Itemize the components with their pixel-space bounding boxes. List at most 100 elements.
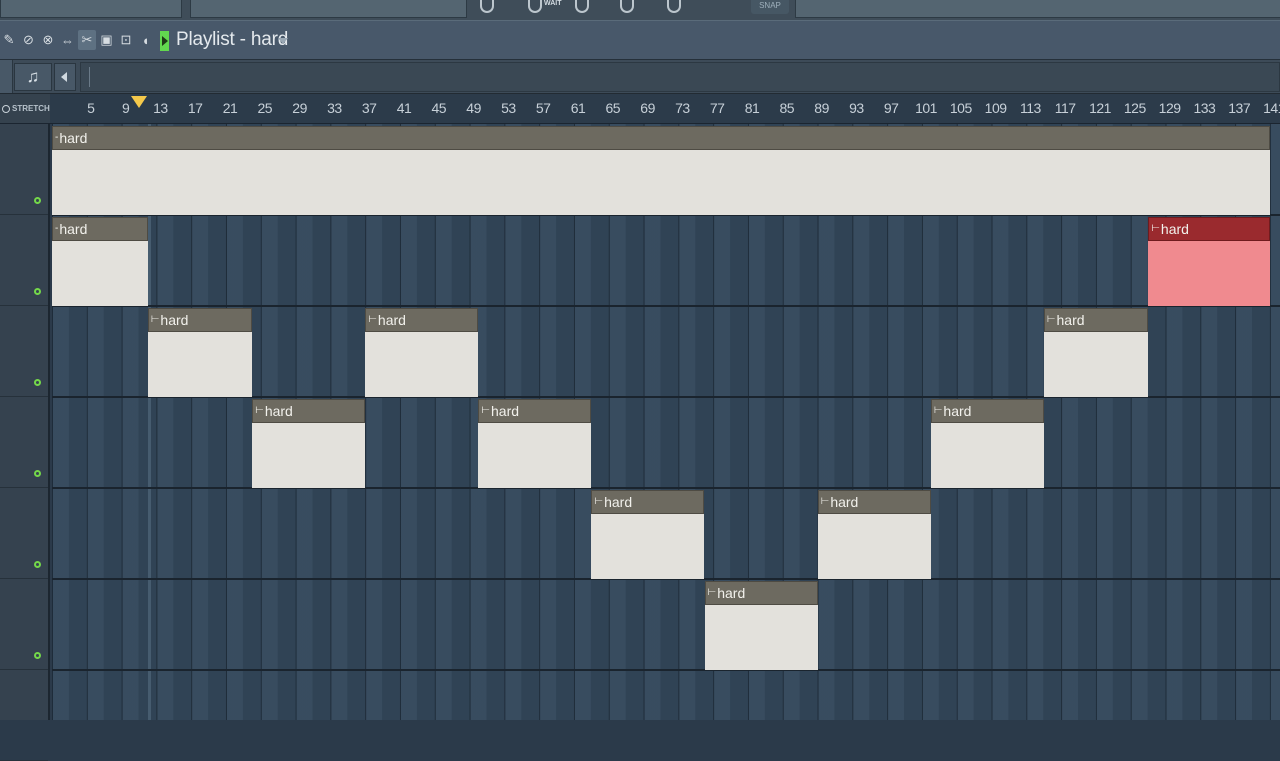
clip-header[interactable]: ⊢hard	[591, 490, 705, 514]
clip-body[interactable]	[1148, 241, 1270, 306]
clip-header[interactable]: ⊢hard	[1043, 308, 1149, 332]
pattern-clip-icon[interactable]: ⊢	[934, 400, 943, 422]
pattern-clip[interactable]: ⊢hard	[1148, 217, 1270, 306]
note-icon[interactable]: ♫	[14, 63, 52, 91]
record-knob-icon[interactable]	[528, 0, 542, 13]
clip-body[interactable]	[591, 514, 705, 579]
clip-body[interactable]	[817, 514, 931, 579]
loop-knob-icon[interactable]	[620, 0, 634, 13]
clip-body[interactable]	[252, 423, 366, 488]
pattern-clip[interactable]: ⊢hard	[930, 399, 1044, 488]
slice-icon[interactable]: ✂	[78, 30, 96, 50]
clip-header[interactable]: -hard	[52, 126, 1270, 150]
clip-body[interactable]	[365, 332, 479, 397]
clip-body[interactable]	[52, 241, 148, 306]
select-icon[interactable]: ▣	[98, 30, 116, 50]
track-active-indicator-icon[interactable]	[34, 379, 41, 386]
pattern-clip[interactable]: ⊢hard	[478, 399, 592, 488]
pattern-clip[interactable]: ⊢hard	[365, 308, 479, 397]
pattern-clip[interactable]: ⊢hard	[704, 581, 818, 670]
clip-body[interactable]	[147, 332, 253, 397]
clip-header[interactable]: ⊢hard	[817, 490, 931, 514]
snap-button[interactable]: SNAP	[751, 0, 789, 14]
track-active-indicator-icon[interactable]	[34, 470, 41, 477]
track-active-indicator-icon[interactable]	[34, 197, 41, 204]
track-header-5[interactable]	[0, 488, 48, 579]
slip-icon[interactable]: ⇔	[59, 30, 77, 50]
pattern-clip-icon[interactable]: ⊢	[368, 309, 377, 331]
pattern-clip-icon[interactable]: ⊢	[1047, 309, 1056, 331]
ruler-label-129: 129	[1158, 100, 1181, 116]
ruler-label-17: 17	[187, 100, 203, 116]
pencil-icon[interactable]: ✎	[0, 30, 18, 50]
clip-body[interactable]	[930, 423, 1044, 488]
track-header-1[interactable]	[0, 124, 48, 215]
pattern-clip[interactable]: ⊢hard	[1043, 308, 1149, 397]
clip-label: hard	[264, 403, 293, 419]
ruler-label-33: 33	[327, 100, 342, 116]
playlist-toolbar: ♫	[0, 60, 1280, 94]
pattern-clip[interactable]: ⊢hard	[147, 308, 253, 397]
clip-header[interactable]: ⊢hard	[1148, 217, 1270, 241]
pattern-clip[interactable]: ⊢hard	[817, 490, 931, 579]
track-header-4[interactable]	[0, 397, 48, 488]
clip-body[interactable]	[1043, 332, 1149, 397]
mute-icon[interactable]: ⊗	[39, 30, 57, 50]
track-header-7[interactable]	[0, 670, 48, 761]
track-header-2[interactable]	[0, 215, 48, 306]
pattern-clip-icon[interactable]: ⊢	[594, 491, 603, 513]
pattern-clip[interactable]: -hard	[52, 217, 148, 306]
blend-knob-icon[interactable]	[667, 0, 681, 13]
playlist-grid[interactable]: -hard -hard ⊢hard ⊢hard ⊢hard ⊢hard ⊢hard ⊢hard…	[52, 124, 1280, 720]
clip-header[interactable]: ⊢hard	[147, 308, 253, 332]
track-active-indicator-icon[interactable]	[34, 288, 41, 295]
time-ruler[interactable]: STRETCH 5 9 13 17 21 25 29 33 37 41 45 49 53 57 61 65 69…	[0, 94, 1280, 124]
stretch-button[interactable]: STRETCH	[0, 94, 50, 123]
scroll-left-button[interactable]	[54, 63, 76, 91]
track-header-3[interactable]	[0, 306, 48, 397]
clip-header[interactable]: ⊢hard	[930, 399, 1044, 423]
horizontal-scrollbar[interactable]	[80, 62, 1280, 92]
page-title[interactable]: Playlist - hard	[176, 29, 288, 51]
pattern-clip[interactable]: ⊢hard	[591, 490, 705, 579]
clip-header[interactable]: ⊢hard	[478, 399, 592, 423]
pattern-clip-icon[interactable]: ⊢	[481, 400, 490, 422]
playhead-marker-icon[interactable]	[131, 96, 147, 108]
play-flag-icon[interactable]	[160, 31, 169, 51]
panel-toggle-button[interactable]	[0, 60, 13, 93]
clip-body[interactable]	[704, 605, 818, 670]
metronome-knob-icon[interactable]	[575, 0, 589, 13]
pattern-clip-icon[interactable]: -	[55, 218, 58, 240]
clip-header[interactable]: ⊢hard	[704, 581, 818, 605]
clip-body[interactable]	[52, 150, 1270, 215]
clip-label: hard	[59, 221, 88, 237]
clip-header[interactable]: -hard	[52, 217, 148, 241]
clip-label: hard	[160, 312, 189, 328]
pattern-clip-icon[interactable]: ⊢	[708, 582, 717, 604]
pattern-clip-icon[interactable]: -	[55, 127, 58, 149]
ruler-label-133: 133	[1193, 100, 1216, 116]
chevron-down-icon[interactable]	[278, 38, 288, 44]
top-panel-left	[0, 0, 182, 18]
pattern-clip-icon[interactable]: ⊢	[255, 400, 264, 422]
zoom-icon[interactable]: ⊡	[117, 30, 135, 50]
pattern-clip[interactable]: -hard	[52, 126, 1270, 215]
ruler-label-125: 125	[1123, 100, 1146, 116]
ruler-label-93: 93	[849, 100, 864, 116]
tempo-knob-icon[interactable]	[480, 0, 494, 13]
track-header-6[interactable]	[0, 579, 48, 670]
clip-header[interactable]: ⊢hard	[252, 399, 366, 423]
track-active-indicator-icon[interactable]	[34, 652, 41, 659]
pattern-clip-icon[interactable]: ⊢	[821, 491, 830, 513]
track-active-indicator-icon[interactable]	[34, 561, 41, 568]
pattern-clip-icon[interactable]: ⊢	[1151, 218, 1160, 240]
clip-label: hard	[717, 585, 746, 601]
brush-icon[interactable]: ⊘	[20, 30, 38, 50]
speaker-icon[interactable]: ◖	[137, 30, 155, 50]
clip-header[interactable]: ⊢hard	[365, 308, 479, 332]
wait-label[interactable]: WAIT	[544, 0, 562, 7]
pattern-clip-icon[interactable]: ⊢	[151, 309, 160, 331]
ruler-label-101: 101	[915, 100, 937, 116]
clip-body[interactable]	[478, 423, 592, 488]
pattern-clip[interactable]: ⊢hard	[252, 399, 366, 488]
